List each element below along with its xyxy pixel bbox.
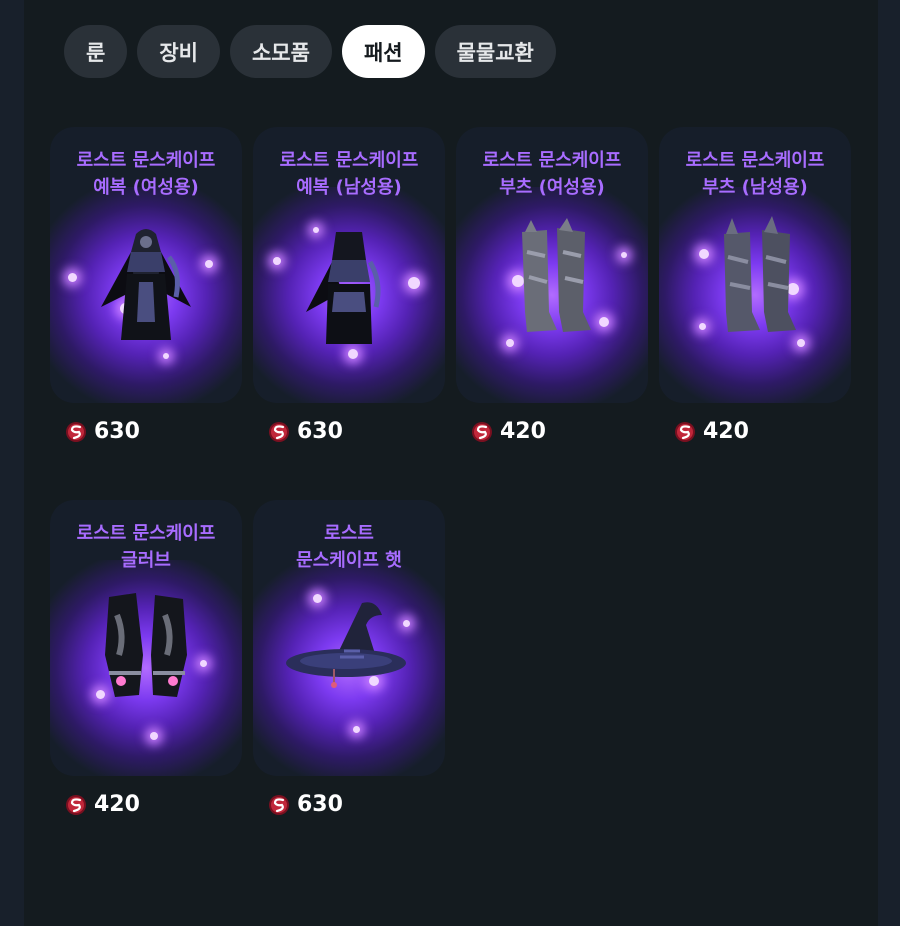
item-price: 420 <box>456 419 648 444</box>
item-card[interactable]: 로스트 문스케이프 부츠 (여성용) <box>456 127 648 403</box>
item-card[interactable]: 로스트 문스케이프 부츠 (남성용) <box>659 127 851 403</box>
boots-icon <box>724 216 796 332</box>
item-name: 로스트 문스케이프 글러브 <box>76 523 216 571</box>
sparkle <box>273 257 281 265</box>
tab-rune[interactable]: 룬 <box>64 25 128 78</box>
sparkle <box>621 252 627 258</box>
item-price: 630 <box>253 419 445 444</box>
tab-consumables[interactable]: 소모품 <box>229 25 332 78</box>
shop-item[interactable]: 로스트 문스케이프 글러브 420 <box>50 500 242 817</box>
ruby-gem-icon <box>66 794 86 815</box>
item-price: 630 <box>50 419 242 444</box>
tab-barter[interactable]: 물물교환 <box>434 25 556 78</box>
shop-item[interactable]: 로스트 문스케이프 부츠 (여성용) 420 <box>456 127 648 444</box>
item-name: 로스트 문스케이프 부츠 (남성용) <box>685 150 825 198</box>
item-price: 420 <box>659 419 851 444</box>
item-price: 420 <box>50 792 242 817</box>
shop-item[interactable]: 로스트 문스케이프 부츠 (남성용) 420 <box>659 127 851 444</box>
ruby-gem-icon <box>269 794 289 815</box>
left-margin <box>0 0 24 926</box>
shop-item[interactable]: 로스트 문스케이프 예복 (여성용) 630 <box>50 127 242 444</box>
shop-item[interactable]: 로스트 문스케이프 햇 630 <box>253 500 445 817</box>
price-value: 630 <box>94 419 140 444</box>
item-name: 로스트 문스케이프 예복 (남성용) <box>279 150 419 198</box>
shop-item[interactable]: 로스트 문스케이프 예복 (남성용) 630 <box>253 127 445 444</box>
ruby-gem-icon <box>675 421 695 442</box>
price-value: 630 <box>297 419 343 444</box>
tab-equipment[interactable]: 장비 <box>137 25 220 78</box>
item-name: 로스트 문스케이프 예복 (여성용) <box>76 150 216 198</box>
boots-icon <box>522 218 591 332</box>
price-value: 630 <box>297 792 343 817</box>
price-value: 420 <box>94 792 140 817</box>
item-price: 630 <box>253 792 445 817</box>
price-value: 420 <box>500 419 546 444</box>
item-name: 로스트 문스케이프 햇 <box>296 523 402 571</box>
ruby-gem-icon <box>66 421 86 442</box>
robe-icon <box>101 229 191 340</box>
right-scroll-area <box>878 0 900 926</box>
item-card[interactable]: 로스트 문스케이프 예복 (남성용) <box>253 127 445 403</box>
price-value: 420 <box>703 419 749 444</box>
category-tabs: 룬 장비 소모품 패션 물물교환 <box>64 25 556 78</box>
shop-panel: 룬 장비 소모품 패션 물물교환 로스트 문스케이프 예복 (여성용) 630 … <box>24 0 878 926</box>
ruby-gem-icon <box>269 421 289 442</box>
item-card[interactable]: 로스트 문스케이프 글러브 <box>50 500 242 776</box>
item-card[interactable]: 로스트 문스케이프 예복 (여성용) <box>50 127 242 403</box>
tab-fashion[interactable]: 패션 <box>341 25 425 78</box>
ruby-gem-icon <box>472 421 492 442</box>
gloves-icon <box>105 593 187 697</box>
witch-hat-icon <box>286 602 406 688</box>
sparkle <box>68 273 77 282</box>
item-card[interactable]: 로스트 문스케이프 햇 <box>253 500 445 776</box>
item-name: 로스트 문스케이프 부츠 (여성용) <box>482 150 622 198</box>
robe-icon <box>306 232 381 344</box>
